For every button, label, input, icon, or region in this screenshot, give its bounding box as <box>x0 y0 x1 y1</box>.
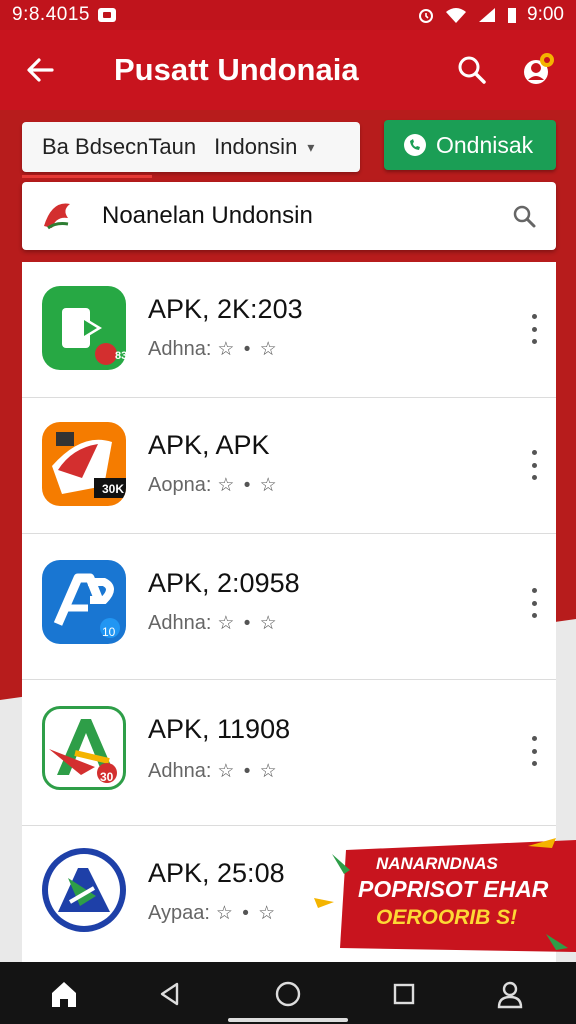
more-options-button[interactable] <box>526 450 542 480</box>
more-options-button[interactable] <box>526 314 542 344</box>
promo-line-2: POPRISOT EHAR <box>358 876 549 902</box>
battery-icon <box>508 8 517 23</box>
search-input-value: Noanelan Undonsin <box>102 202 313 229</box>
app-meta-label: Aypaa: <box>148 902 210 924</box>
list-item[interactable]: 30 APK, 11908 Adhna: ☆ • ☆ <box>22 680 556 826</box>
category-filter-dropdown[interactable]: Ba Bdsecn Taun Indonsin ▾ <box>22 122 360 178</box>
download-button-label: Ondnisak <box>436 131 534 158</box>
app-meta: Adhna: ☆ • ☆ <box>148 338 279 361</box>
rating-stars: ☆ • ☆ <box>217 761 279 782</box>
circle-home-icon <box>275 981 301 1007</box>
signal-icon <box>479 8 496 22</box>
promo-line-3: OEROORIB S! <box>376 906 518 929</box>
filter-label-c: Indonsin <box>214 134 298 159</box>
app-name: APK, 2K:203 <box>148 294 303 324</box>
app-meta-label: Adhna: <box>148 760 212 782</box>
status-time-right: 9:00 <box>527 4 564 25</box>
profile-button[interactable] <box>516 48 560 92</box>
app-meta: Adhna: ☆ • ☆ <box>148 612 279 635</box>
phone-bubble-icon <box>404 134 426 156</box>
search-input[interactable]: Noanelan Undonsin <box>22 182 556 250</box>
status-icons: 9:00 <box>417 4 564 26</box>
flag-logo-icon <box>44 203 70 230</box>
arrow-back-icon <box>27 58 54 82</box>
alarm-icon <box>419 9 434 23</box>
app-name: APK, APK <box>148 430 270 460</box>
more-options-button[interactable] <box>526 736 542 766</box>
app-meta-label: Aopna: <box>148 474 212 496</box>
account-button[interactable] <box>490 974 530 1014</box>
chevron-down-icon: ▾ <box>307 138 315 155</box>
app-icon-a <box>42 706 126 790</box>
app-meta: Aypaa: ☆ • ☆ <box>148 902 277 925</box>
home-icon <box>52 982 76 1007</box>
page-title: Pusatt Undonaia <box>114 52 359 87</box>
filter-label-b: Taun <box>148 134 197 159</box>
app-icon-map <box>42 848 126 932</box>
person-icon <box>497 981 523 1009</box>
app-badge: 30K <box>102 482 125 496</box>
list-item[interactable]: 10 APK, 2:0958 Adhna: ☆ • ☆ <box>22 534 556 680</box>
app-meta-label: Adhna: <box>148 612 212 634</box>
more-options-button[interactable] <box>526 588 542 618</box>
app-name: APK, 2:0958 <box>148 568 300 598</box>
download-button[interactable]: Ondnisak <box>384 120 556 170</box>
rating-stars: ☆ • ☆ <box>217 339 279 360</box>
rating-stars: ☆ • ☆ <box>215 903 278 924</box>
app-name: APK, 25:08 <box>148 858 285 888</box>
app-badge: 83 <box>115 350 128 362</box>
app-badge: 10 <box>102 625 116 639</box>
app-name: APK, 11908 <box>148 714 291 744</box>
promo-line-1: NANARNDNAS <box>376 854 498 873</box>
back-button[interactable] <box>0 30 80 110</box>
back-nav-button[interactable] <box>150 974 190 1014</box>
home-button[interactable] <box>44 974 84 1014</box>
list-item[interactable]: 83 APK, 2K:203 Adhna: ☆ • ☆ <box>22 262 556 398</box>
rating-stars: ☆ • ☆ <box>217 475 279 496</box>
navigation-bar <box>0 962 576 1024</box>
gesture-pill[interactable] <box>228 1018 348 1022</box>
app-meta: Adhna: ☆ • ☆ <box>148 760 279 783</box>
rating-stars: ☆ • ☆ <box>217 613 279 634</box>
app-meta: Aopna: ☆ • ☆ <box>148 474 279 497</box>
account-icon <box>524 53 554 84</box>
filter-underline <box>22 175 152 178</box>
status-time-left: 9:8.4015 <box>12 4 90 25</box>
app-badge: 30 <box>100 770 114 784</box>
list-item[interactable]: 30K APK, APK Aopna: ☆ • ☆ <box>22 398 556 534</box>
search-icon[interactable] <box>510 202 538 230</box>
app-bar: Pusatt Undonaia <box>0 30 576 110</box>
wifi-icon <box>446 8 467 23</box>
status-bar: 9:8.4015 9:00 <box>0 0 576 30</box>
filter-label-a: Ba Bdsecn <box>42 134 149 159</box>
notification-icon <box>97 8 116 22</box>
search-button[interactable] <box>452 50 492 90</box>
home-circle-button[interactable] <box>268 974 308 1014</box>
recents-button[interactable] <box>384 974 424 1014</box>
square-recents-icon <box>393 983 415 1005</box>
search-icon <box>458 56 486 84</box>
triangle-back-icon <box>160 982 179 1006</box>
promo-banner[interactable]: NANARNDNAS POPRISOT EHAR OEROORIB S! <box>306 838 576 954</box>
app-icon-video <box>42 286 126 370</box>
app-meta-label: Adhna: <box>148 338 212 360</box>
